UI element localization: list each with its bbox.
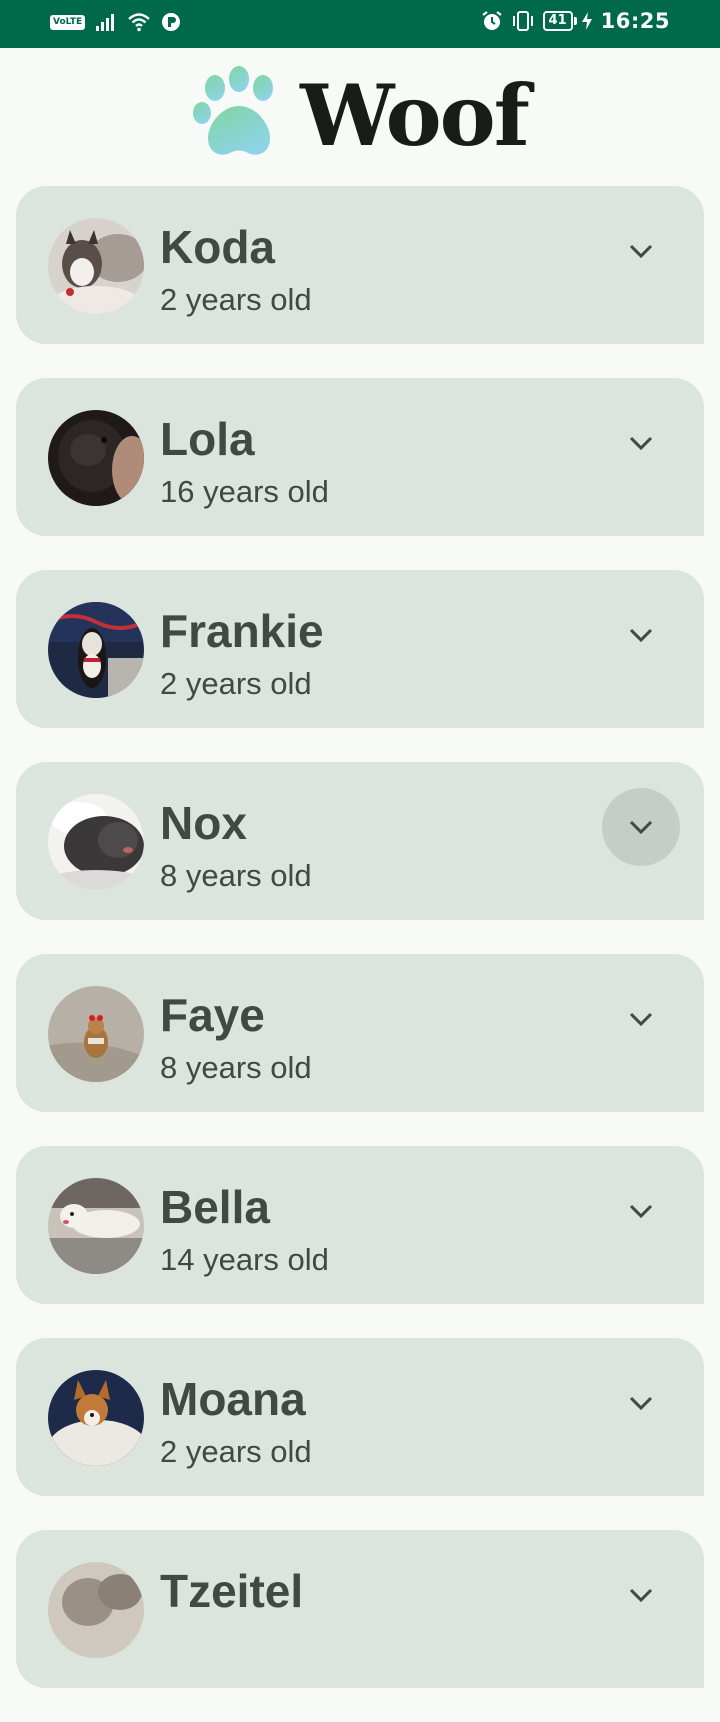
dog-avatar (48, 218, 144, 314)
expand-button[interactable] (602, 212, 680, 290)
dog-name: Moana (160, 1373, 306, 1425)
dog-card: Moana 2 years old (16, 1338, 704, 1496)
status-bar: VoLTE 41 16:25 (0, 0, 720, 48)
dog-avatar (48, 1370, 144, 1466)
dog-avatar (48, 794, 144, 890)
dog-avatar (48, 1178, 144, 1274)
alarm-icon (481, 11, 502, 30)
expand-button[interactable] (602, 788, 680, 866)
dog-card: Frankie 2 years old (16, 570, 704, 728)
app-title: Woof (300, 66, 530, 165)
dog-card: Nox 8 years old (16, 762, 704, 920)
dog-name: Koda (160, 221, 275, 273)
dog-age: 16 years old (160, 474, 329, 509)
dog-avatar (48, 986, 144, 1082)
dog-card: Faye 8 years old (16, 954, 704, 1112)
expand-button[interactable] (602, 1364, 680, 1442)
status-left: VoLTE (50, 12, 181, 32)
dog-card: Lola 16 years old (16, 378, 704, 536)
dog-age: 8 years old (160, 1050, 312, 1085)
dog-name: Lola (160, 413, 255, 465)
dog-age: 2 years old (160, 282, 312, 317)
expand-button[interactable] (602, 1556, 680, 1634)
chevron-down-icon (629, 436, 653, 451)
dog-name: Faye (160, 989, 265, 1041)
wifi-icon (128, 13, 151, 32)
paw-icon (193, 66, 274, 155)
dog-name: Tzeitel (160, 1565, 304, 1617)
chevron-down-icon (629, 1588, 653, 1603)
dog-age: 2 years old (160, 1434, 312, 1469)
chevron-down-icon (629, 244, 653, 259)
dog-name: Bella (160, 1181, 270, 1233)
dog-card: Koda 2 years old (16, 186, 704, 344)
battery-indicator: 41 (542, 11, 577, 31)
data-saver-icon (162, 13, 181, 31)
app-header: Woof (0, 48, 720, 180)
chevron-down-icon (629, 1012, 653, 1027)
dog-age: 8 years old (160, 858, 312, 893)
dog-name: Nox (160, 797, 247, 849)
status-time: 16:25 (600, 9, 670, 33)
expand-button[interactable] (602, 980, 680, 1058)
status-right: 41 16:25 (481, 9, 670, 33)
dog-avatar (48, 602, 144, 698)
dog-card: Tzeitel (16, 1530, 704, 1688)
dog-name: Frankie (160, 605, 324, 657)
dog-list[interactable]: Koda 2 years old Lola 16 years old Frank… (16, 186, 704, 1722)
volte-indicator: VoLTE (50, 14, 86, 30)
dog-card: Bella 14 years old (16, 1146, 704, 1304)
chevron-down-icon (629, 628, 653, 643)
chevron-down-icon (629, 1204, 653, 1219)
chevron-down-icon (629, 820, 653, 835)
dog-avatar (48, 1562, 144, 1658)
cellular-signal-icon (96, 14, 115, 31)
dog-age: 14 years old (160, 1242, 329, 1277)
dog-avatar (48, 410, 144, 506)
expand-button[interactable] (602, 596, 680, 674)
expand-button[interactable] (602, 1172, 680, 1250)
dog-age: 2 years old (160, 666, 312, 701)
charging-icon (581, 12, 592, 30)
vibrate-icon (512, 11, 533, 31)
expand-button[interactable] (602, 404, 680, 482)
chevron-down-icon (629, 1396, 653, 1411)
